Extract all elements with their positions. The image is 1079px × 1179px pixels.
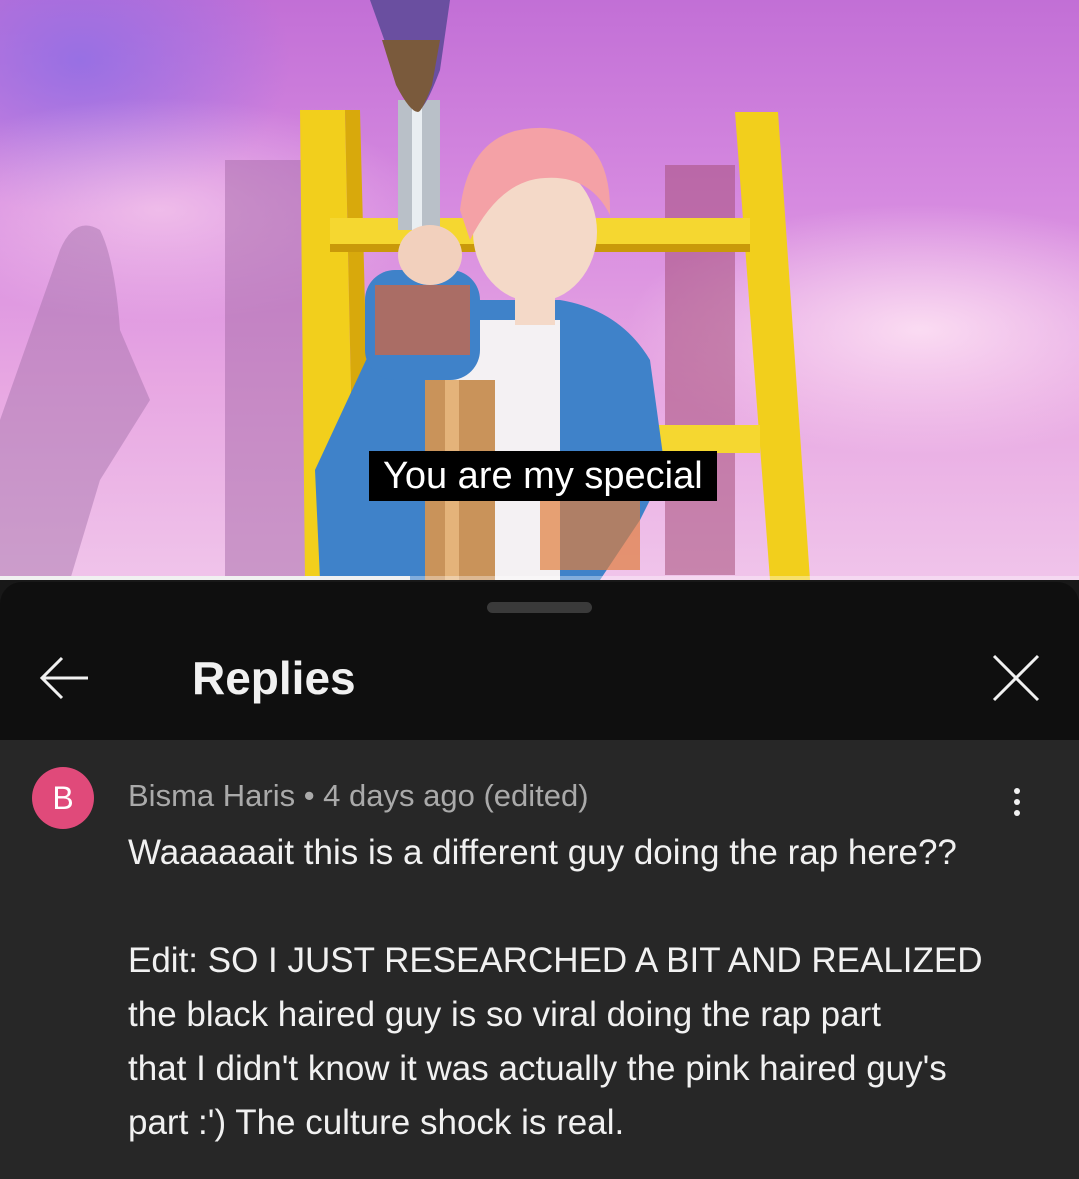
comment-line: Waaaaaait this is a different guy doing … <box>128 833 957 872</box>
comment-item: B Bisma Haris • 4 days ago (edited) Waaa… <box>0 740 1079 1179</box>
video-player[interactable]: You are my special <box>0 0 1079 580</box>
replies-header: Replies <box>0 622 1079 740</box>
comment-line <box>128 880 1028 934</box>
more-actions-button[interactable] <box>996 784 1038 832</box>
avatar[interactable]: B <box>32 767 94 829</box>
replies-sheet: Replies B Bisma Haris • 4 days ago (edit… <box>0 582 1079 1179</box>
close-icon <box>992 654 1040 702</box>
comment-meta: Bisma Haris • 4 days ago (edited) <box>128 778 589 813</box>
page-title: Replies <box>192 652 356 704</box>
arrow-left-icon <box>39 656 88 700</box>
comment-line: Edit: SO I JUST RESEARCHED A BIT AND REA… <box>128 941 983 980</box>
comment-line: the black haired guy is so viral doing t… <box>128 995 881 1034</box>
video-caption: You are my special <box>369 451 717 501</box>
back-button[interactable] <box>30 644 98 712</box>
close-button[interactable] <box>982 644 1050 712</box>
comment-line: part :') The culture shock is real. <box>128 1103 625 1142</box>
comment-line: that I didn't know it was actually the p… <box>128 1049 947 1088</box>
drag-handle[interactable] <box>487 602 592 613</box>
more-vert-icon <box>996 788 1038 816</box>
comment-text: Waaaaaait this is a different guy doing … <box>128 826 1028 1150</box>
video-progress-fill <box>0 576 411 580</box>
video-progress-bar[interactable] <box>0 576 1079 580</box>
